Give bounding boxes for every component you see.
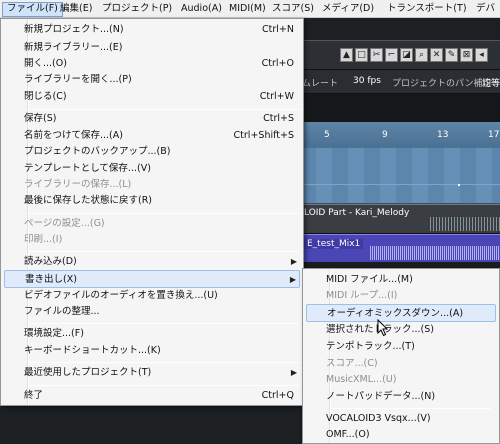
split-tool-icon[interactable]: ✂ xyxy=(370,48,383,62)
menu-item-label: 印刷...(I) xyxy=(24,234,63,245)
menu-item-label: MusicXML...(U) xyxy=(326,374,397,385)
menu-item-label: キーボードショートカット...(K) xyxy=(24,345,161,356)
menu-item-label: 新規プロジェクト...(N) xyxy=(24,24,124,35)
menu-item-export-selected-tracks[interactable]: 選択されたトラック...(S) xyxy=(306,321,496,339)
audio-mix-label: E_test_Mix1 xyxy=(304,239,364,249)
menu-item-close[interactable]: 閉じる(C) Ctrl+W xyxy=(4,88,300,106)
pan-law-label: プロジェクトのパン補正 xyxy=(392,79,492,89)
menu-item-label: ファイルの整理... xyxy=(24,306,100,317)
submenu-arrow-icon: ▶ xyxy=(290,368,297,377)
menu-item-preferences[interactable]: 環境設定...(F) xyxy=(4,325,300,343)
menu-separator xyxy=(29,385,299,386)
menu-item-new-project[interactable]: 新規プロジェクト...(N) Ctrl+N xyxy=(4,21,300,39)
menu-item-label: OMF...(O) xyxy=(326,429,370,440)
menu-separator xyxy=(331,408,491,409)
menu-item-shortcut: Ctrl+Q xyxy=(261,390,294,401)
menu-item-import[interactable]: 読み込み(D) ▶ xyxy=(4,253,300,271)
project-toolbar: ▲ □ ✂ ⌐ ◪ ⌕ ✕ ✎ ⊠ ◂ xyxy=(300,40,500,70)
ruler-tick: 17 xyxy=(488,130,500,140)
menu-item-label: 保存(S) xyxy=(24,113,57,124)
menu-item-label: 読み込み(D) xyxy=(24,256,77,267)
menu-item-label: 環境設定...(F) xyxy=(24,328,84,339)
menu-project[interactable]: プロジェクト(P) xyxy=(98,2,176,17)
erase-tool-icon[interactable]: ◪ xyxy=(400,48,413,62)
menu-item-export-notepad[interactable]: ノートパッドデータ...(N) xyxy=(306,388,496,406)
file-menu: 新規プロジェクト...(N) Ctrl+N 新規ライブラリー...(E) 開く.… xyxy=(0,18,304,406)
menu-item-label: 最近使用したプロジェクト(T) xyxy=(24,367,152,378)
track-header-area xyxy=(300,94,500,122)
submenu-arrow-icon: ▶ xyxy=(290,257,297,266)
speaker-tool-icon[interactable]: ◂ xyxy=(475,48,488,62)
ruler-tick: 13 xyxy=(437,130,449,140)
menu-item-quit[interactable]: 終了 Ctrl+Q xyxy=(4,387,300,405)
timeline-ruler[interactable]: 5 9 13 17 xyxy=(300,122,500,148)
tempo-track-area[interactable] xyxy=(300,148,500,204)
menu-media[interactable]: メディア(D) xyxy=(318,2,378,17)
menu-separator xyxy=(29,362,299,363)
menu-score[interactable]: スコア(S) xyxy=(268,2,318,17)
vocaloid-waveform xyxy=(430,217,500,231)
menu-item-open-library[interactable]: ライブラリーを開く...(P) xyxy=(4,71,300,89)
draw-tool-icon[interactable]: ✎ xyxy=(445,48,458,62)
menu-item-backup-project[interactable]: プロジェクトのバックアップ...(B) xyxy=(4,143,300,161)
menu-item-export-omf[interactable]: OMF...(O) xyxy=(306,426,496,444)
menu-audio[interactable]: Audio(A) xyxy=(177,2,226,17)
menu-item-print: 印刷...(I) xyxy=(4,231,300,249)
menu-item-label: MIDI ループ...(I) xyxy=(326,290,398,301)
menu-item-label: ノートパッドデータ...(N) xyxy=(326,391,436,402)
menu-midi[interactable]: MIDI(M) xyxy=(225,2,270,17)
menu-item-shortcut: Ctrl+W xyxy=(259,91,294,102)
glue-tool-icon[interactable]: ⌐ xyxy=(385,48,398,62)
menu-item-export[interactable]: 書き出し(X) ▶ xyxy=(4,270,300,288)
menu-separator xyxy=(29,323,299,324)
menu-item-export-audio-mixdown[interactable]: オーディオミックスダウン...(A) xyxy=(306,304,496,322)
menu-item-save[interactable]: 保存(S) Ctrl+S xyxy=(4,110,300,128)
zoom-tool-icon[interactable]: ⌕ xyxy=(415,48,428,62)
select-tool-icon[interactable]: ▲ xyxy=(340,48,353,62)
menu-bar: ファイル(F) 編集(E) プロジェクト(P) Audio(A) MIDI(M)… xyxy=(0,0,500,18)
menu-item-label: 閉じる(C) xyxy=(24,91,67,102)
menu-item-recent-projects[interactable]: 最近使用したプロジェクト(T) ▶ xyxy=(4,364,300,382)
menu-item-export-tempo-track[interactable]: テンポトラック...(T) xyxy=(306,338,496,356)
vocaloid-part-label: LOID Part - Kari_Melody xyxy=(304,208,410,218)
ruler-tick: 5 xyxy=(324,130,330,140)
menu-item-cleanup[interactable]: ファイルの整理... xyxy=(4,303,300,321)
menu-item-shortcut: Ctrl+N xyxy=(262,24,294,35)
ruler-tick: 9 xyxy=(382,130,388,140)
frame-rate-label: ムレート xyxy=(302,79,339,89)
menu-transport[interactable]: トランスポート(T) xyxy=(383,2,471,17)
menu-item-label: 終了 xyxy=(24,390,44,401)
menu-devices[interactable]: デバ xyxy=(472,2,499,17)
audio-mix-event[interactable]: E_test_Mix1 xyxy=(300,234,500,262)
menu-item-label: ライブラリーを開く...(P) xyxy=(24,74,132,85)
menu-item-revert[interactable]: 最後に保存した状態に戻す(R) xyxy=(4,192,300,210)
menu-item-export-midi-loop: MIDI ループ...(I) xyxy=(306,287,496,305)
menu-item-shortcut: Ctrl+S xyxy=(263,113,294,124)
menu-file[interactable]: ファイル(F) xyxy=(2,2,63,17)
menu-item-label: プロジェクトのバックアップ...(B) xyxy=(24,146,171,157)
menu-item-export-musicxml: MusicXML...(U) xyxy=(306,371,496,389)
range-tool-icon[interactable]: □ xyxy=(355,48,368,62)
audio-mix-waveform xyxy=(370,246,500,260)
menu-item-key-commands[interactable]: キーボードショートカット...(K) xyxy=(4,342,300,360)
mute-tool-icon[interactable]: ✕ xyxy=(430,48,443,62)
even-label: 均等 xyxy=(482,79,500,89)
time-warp-tool-icon[interactable]: ⊠ xyxy=(460,48,473,62)
menu-separator xyxy=(29,251,299,252)
frame-rate-value[interactable]: 30 fps xyxy=(353,76,381,86)
menu-separator xyxy=(29,213,299,214)
menu-edit[interactable]: 編集(E) xyxy=(56,2,96,17)
menu-item-label: 最後に保存した状態に戻す(R) xyxy=(24,195,153,206)
project-info-bar: ムレート 30 fps プロジェクトのパン補正 均等 xyxy=(300,70,500,94)
menu-item-label: テンポトラック...(T) xyxy=(326,341,415,352)
vocaloid-part[interactable]: LOID Part - Kari_Melody xyxy=(300,204,500,234)
export-submenu: MIDI ファイル...(M) MIDI ループ...(I) オーディオミックス… xyxy=(302,268,500,444)
